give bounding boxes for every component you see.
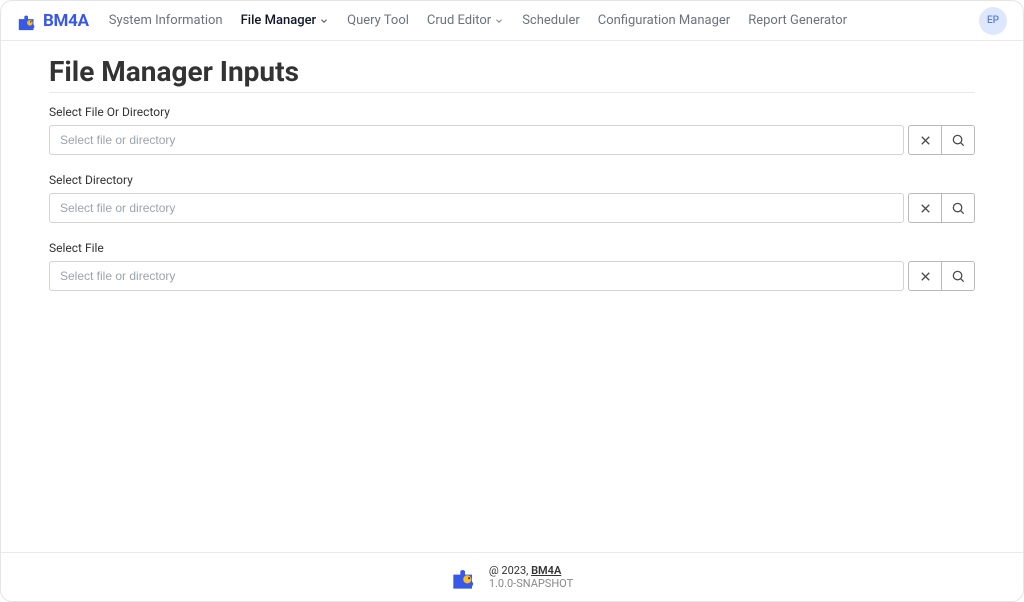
brand-name: BM4A: [43, 11, 89, 31]
brand-logo[interactable]: BM4A: [17, 10, 89, 32]
search-icon: [951, 133, 966, 148]
file-or-directory-input[interactable]: [49, 125, 904, 155]
close-icon: [918, 201, 933, 216]
footer-brand-link[interactable]: BM4A: [531, 564, 561, 577]
footer-copyright-line: @ 2023, BM4A: [489, 564, 573, 577]
browse-button[interactable]: [941, 125, 975, 155]
field-row: [49, 261, 975, 291]
field-label: Select File Or Directory: [49, 105, 975, 119]
search-icon: [951, 269, 966, 284]
browse-button[interactable]: [941, 261, 975, 291]
nav-system-information[interactable]: System Information: [109, 13, 223, 28]
directory-input[interactable]: [49, 193, 904, 223]
browse-button[interactable]: [941, 193, 975, 223]
main-nav: System Information File Manager Query To…: [109, 13, 847, 28]
close-icon: [918, 133, 933, 148]
user-avatar[interactable]: EP: [979, 7, 1007, 35]
field-label: Select File: [49, 241, 975, 255]
main-content: File Manager Inputs Select File Or Direc…: [1, 41, 1023, 552]
search-icon: [951, 201, 966, 216]
puzzle-icon: [451, 563, 479, 591]
footer-text-block: @ 2023, BM4A 1.0.0-SNAPSHOT: [489, 564, 573, 590]
puzzle-icon: [17, 10, 39, 32]
nav-scheduler[interactable]: Scheduler: [522, 13, 580, 28]
chevron-down-icon: [494, 16, 504, 26]
nav-configuration-manager[interactable]: Configuration Manager: [598, 13, 730, 28]
user-initials: EP: [987, 15, 999, 26]
nav-file-manager[interactable]: File Manager: [241, 13, 330, 28]
footer-copyright: @ 2023,: [489, 564, 531, 577]
field-row: [49, 193, 975, 223]
page-title: File Manager Inputs: [49, 55, 975, 93]
clear-button[interactable]: [908, 261, 942, 291]
nav-report-generator[interactable]: Report Generator: [748, 13, 847, 28]
field-select-directory: Select Directory: [49, 173, 975, 223]
file-input[interactable]: [49, 261, 904, 291]
clear-button[interactable]: [908, 125, 942, 155]
app-footer: @ 2023, BM4A 1.0.0-SNAPSHOT: [1, 552, 1023, 601]
field-label: Select Directory: [49, 173, 975, 187]
field-select-file: Select File: [49, 241, 975, 291]
field-row: [49, 125, 975, 155]
app-header: BM4A System Information File Manager Que…: [1, 1, 1023, 41]
field-select-file-or-directory: Select File Or Directory: [49, 105, 975, 155]
footer-version: 1.0.0-SNAPSHOT: [489, 577, 573, 590]
nav-crud-editor[interactable]: Crud Editor: [427, 13, 504, 28]
chevron-down-icon: [319, 16, 329, 26]
close-icon: [918, 269, 933, 284]
nav-query-tool[interactable]: Query Tool: [347, 13, 409, 28]
clear-button[interactable]: [908, 193, 942, 223]
